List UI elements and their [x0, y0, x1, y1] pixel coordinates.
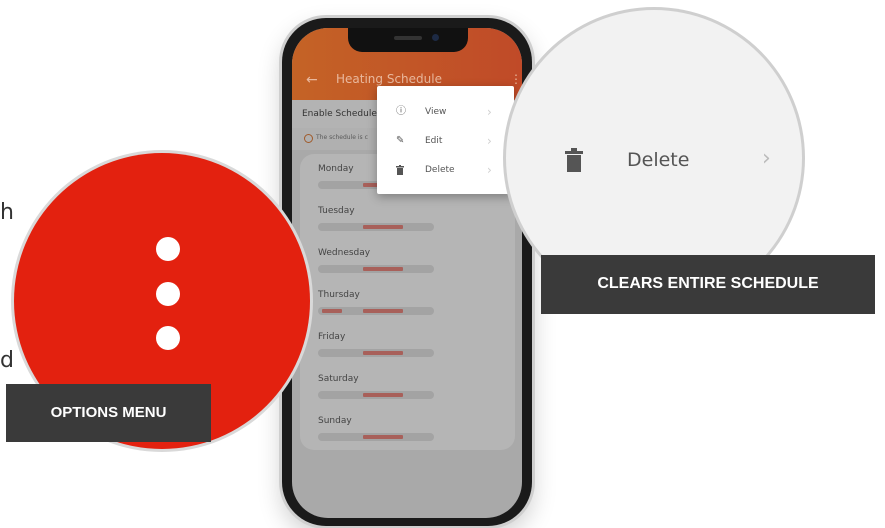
- text-fragment: d: [0, 348, 14, 373]
- info-icon: [304, 134, 313, 143]
- day-label: Thursday: [318, 290, 360, 300]
- day-schedule-track[interactable]: [318, 307, 434, 315]
- trash-icon: [396, 165, 404, 178]
- schedule-days-card: Monday Tuesday Wednesday Thursday Friday…: [300, 154, 515, 450]
- trash-icon: [565, 148, 583, 172]
- app-title: Heating Schedule: [336, 72, 442, 86]
- menu-item-delete[interactable]: Delete ›: [377, 156, 514, 184]
- day-schedule-track[interactable]: [318, 391, 434, 399]
- menu-item-view[interactable]: ⓘ View ›: [377, 98, 514, 126]
- day-label: Sunday: [318, 416, 352, 426]
- clears-schedule-callout: CLEARS ENTIRE SCHEDULE: [541, 255, 875, 314]
- phone-notch: [348, 28, 468, 52]
- schedule-info-text: The schedule is c: [316, 134, 368, 141]
- options-dropdown-menu: ⓘ View › ✎ Edit › Delete ›: [377, 86, 514, 194]
- menu-item-label: View: [425, 107, 447, 117]
- chevron-right-icon: ›: [487, 105, 492, 119]
- delete-label: Delete: [627, 149, 690, 171]
- more-vert-icon[interactable]: ⋮: [510, 72, 522, 86]
- day-label: Saturday: [318, 374, 359, 384]
- day-label: Tuesday: [318, 206, 355, 216]
- arrow-left-icon[interactable]: ←: [306, 72, 318, 88]
- day-label: Monday: [318, 164, 354, 174]
- text-fragment: h: [0, 200, 14, 225]
- day-schedule-track[interactable]: [318, 433, 434, 441]
- day-schedule-track[interactable]: [318, 223, 434, 231]
- menu-item-label: Edit: [425, 136, 443, 146]
- day-label: Friday: [318, 332, 346, 342]
- chevron-right-icon: ›: [762, 146, 771, 171]
- callout-text: OPTIONS MENU: [50, 404, 167, 421]
- info-icon: ⓘ: [396, 106, 406, 117]
- menu-item-label: Delete: [425, 165, 455, 175]
- day-label: Wednesday: [318, 248, 371, 258]
- chevron-right-icon: ›: [487, 134, 492, 148]
- chevron-right-icon: ›: [487, 163, 492, 177]
- day-schedule-track[interactable]: [318, 349, 434, 357]
- day-schedule-track[interactable]: [318, 265, 434, 273]
- callout-text: CLEARS ENTIRE SCHEDULE: [597, 275, 819, 292]
- pencil-icon: ✎: [396, 135, 405, 146]
- enable-schedule-label: Enable Schedule: [302, 109, 377, 119]
- options-menu-callout: OPTIONS MENU: [6, 384, 211, 442]
- menu-item-edit[interactable]: ✎ Edit ›: [377, 127, 514, 155]
